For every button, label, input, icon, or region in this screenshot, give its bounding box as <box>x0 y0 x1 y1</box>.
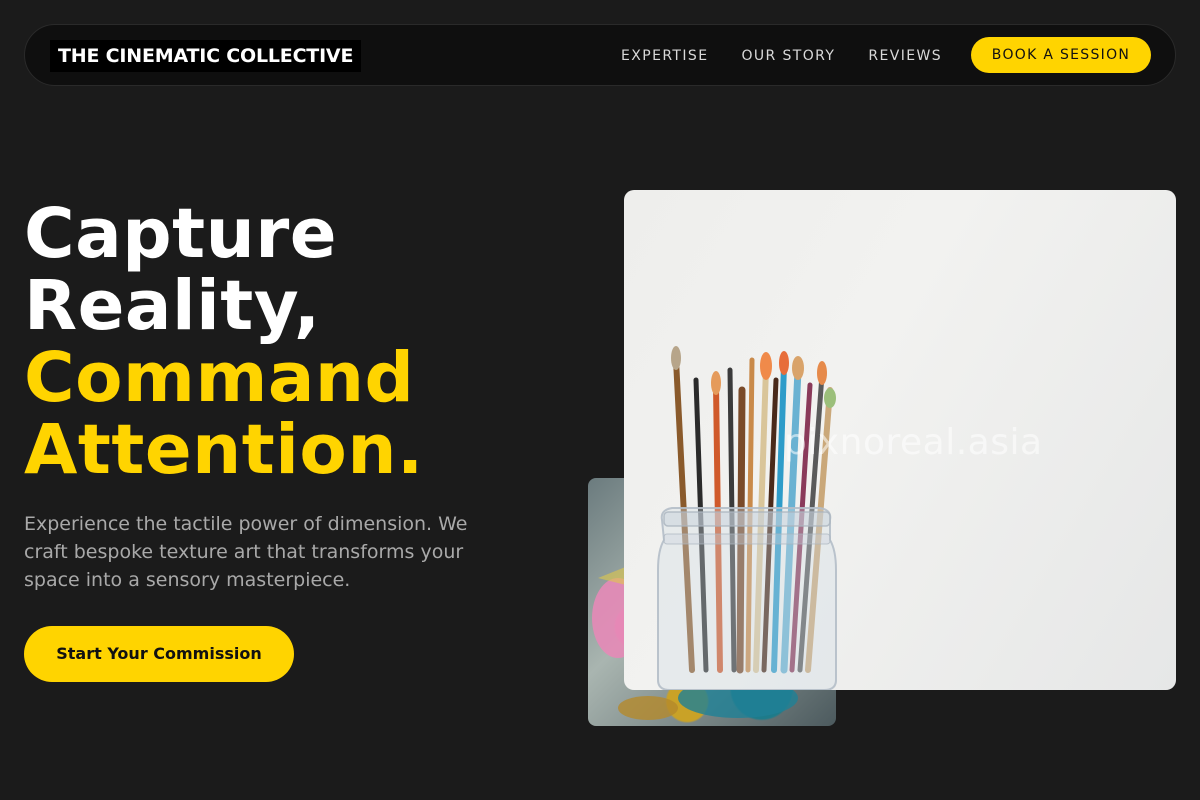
hero-title-line-2: Reality, <box>24 266 321 346</box>
hero-title-line-4: Attention. <box>24 410 424 490</box>
image-watermark: pixnoreal.asia <box>784 422 1043 463</box>
hero-title-line-1: Capture <box>24 194 338 274</box>
book-session-button[interactable]: BOOK A SESSION <box>971 37 1151 73</box>
nav-link-expertise[interactable]: EXPERTISE <box>621 47 708 65</box>
nav-links: EXPERTISE OUR STORY REVIEWS <box>621 47 942 65</box>
hero-subtitle: Experience the tactile power of dimensio… <box>24 513 468 591</box>
brand-logo[interactable]: THE CINEMATIC COLLECTIVE <box>50 40 362 72</box>
nav-link-our-story[interactable]: OUR STORY <box>741 47 835 65</box>
start-commission-button[interactable]: Start Your Commission <box>24 626 294 682</box>
landing-page: THE CINEMATIC COLLECTIVE EXPERTISE OUR S… <box>0 0 1200 800</box>
top-nav-bar: THE CINEMATIC COLLECTIVE EXPERTISE OUR S… <box>24 24 1176 86</box>
hero-title: Capture Reality, Command Attention. <box>24 198 424 486</box>
brushes-jar-image: pixnoreal.asia <box>624 190 1176 690</box>
nav-link-reviews[interactable]: REVIEWS <box>868 47 942 65</box>
hero-title-line-3: Command <box>24 338 415 418</box>
